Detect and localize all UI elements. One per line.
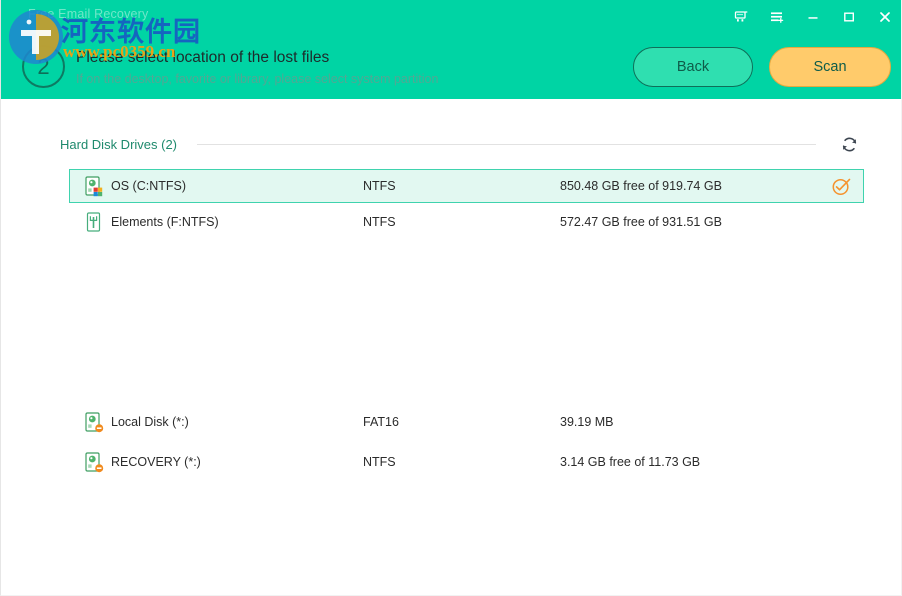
page-title: Please select location of the lost files (76, 48, 438, 68)
drive-filesystem: NTFS (363, 179, 560, 193)
windows-drive-icon (70, 176, 111, 197)
table-row[interactable]: OS (C:NTFS) NTFS 850.48 GB free of 919.7… (69, 169, 864, 203)
table-row[interactable]: Elements (F:NTFS) NTFS 572.47 GB free of… (69, 205, 864, 239)
drive-name: RECOVERY (*:) (111, 455, 363, 469)
scan-button[interactable]: Scan (769, 47, 891, 87)
hard-disk-drive-list: OS (C:NTFS) NTFS 850.48 GB free of 919.7… (69, 169, 864, 239)
back-button[interactable]: Back (633, 47, 753, 87)
menu-icon[interactable] (759, 0, 795, 33)
lost-partition-list: Local Disk (*:) FAT16 39.19 MB REC (69, 404, 864, 480)
drive-filesystem: FAT16 (363, 415, 560, 429)
drive-filesystem: NTFS (363, 215, 560, 229)
window-controls (723, 0, 902, 33)
header-bar: Free Email Recovery (1, 0, 902, 99)
drive-name: Elements (F:NTFS) (111, 215, 363, 229)
page-subtitle: If on the desktop, favorite or library, … (76, 70, 438, 88)
usb-drive-icon (70, 212, 111, 233)
drive-name: OS (C:NTFS) (111, 179, 363, 193)
header-actions: Back Scan (633, 47, 891, 87)
table-row[interactable]: RECOVERY (*:) NTFS 3.14 GB free of 11.73… (69, 444, 864, 480)
section-title: Hard Disk Drives (2) (60, 137, 177, 152)
table-row[interactable]: Local Disk (*:) FAT16 39.19 MB (69, 404, 864, 440)
lost-drive-icon (70, 452, 111, 473)
refresh-icon[interactable] (838, 133, 860, 155)
drive-filesystem: NTFS (363, 455, 560, 469)
title-bar[interactable]: Free Email Recovery (1, 0, 902, 33)
window-title: Free Email Recovery (28, 7, 149, 21)
section-divider (197, 144, 816, 145)
drive-size: 850.48 GB free of 919.74 GB (560, 179, 819, 193)
section-header: Hard Disk Drives (2) (60, 134, 860, 154)
drive-size: 572.47 GB free of 931.51 GB (560, 215, 819, 229)
app-window: Free Email Recovery (0, 0, 902, 596)
drive-size: 3.14 GB free of 11.73 GB (560, 455, 819, 469)
lost-drive-icon (70, 412, 111, 433)
drive-size: 39.19 MB (560, 415, 819, 429)
step-text-block: Please select location of the lost files… (76, 48, 438, 88)
close-icon[interactable] (867, 0, 902, 33)
step-indicator: 2 (22, 45, 65, 88)
maximize-icon[interactable] (831, 0, 867, 33)
main-content: Hard Disk Drives (2) (1, 99, 902, 596)
selected-check-icon[interactable] (819, 176, 863, 197)
drive-name: Local Disk (*:) (111, 415, 363, 429)
minimize-icon[interactable] (795, 0, 831, 33)
cart-icon[interactable] (723, 0, 759, 33)
